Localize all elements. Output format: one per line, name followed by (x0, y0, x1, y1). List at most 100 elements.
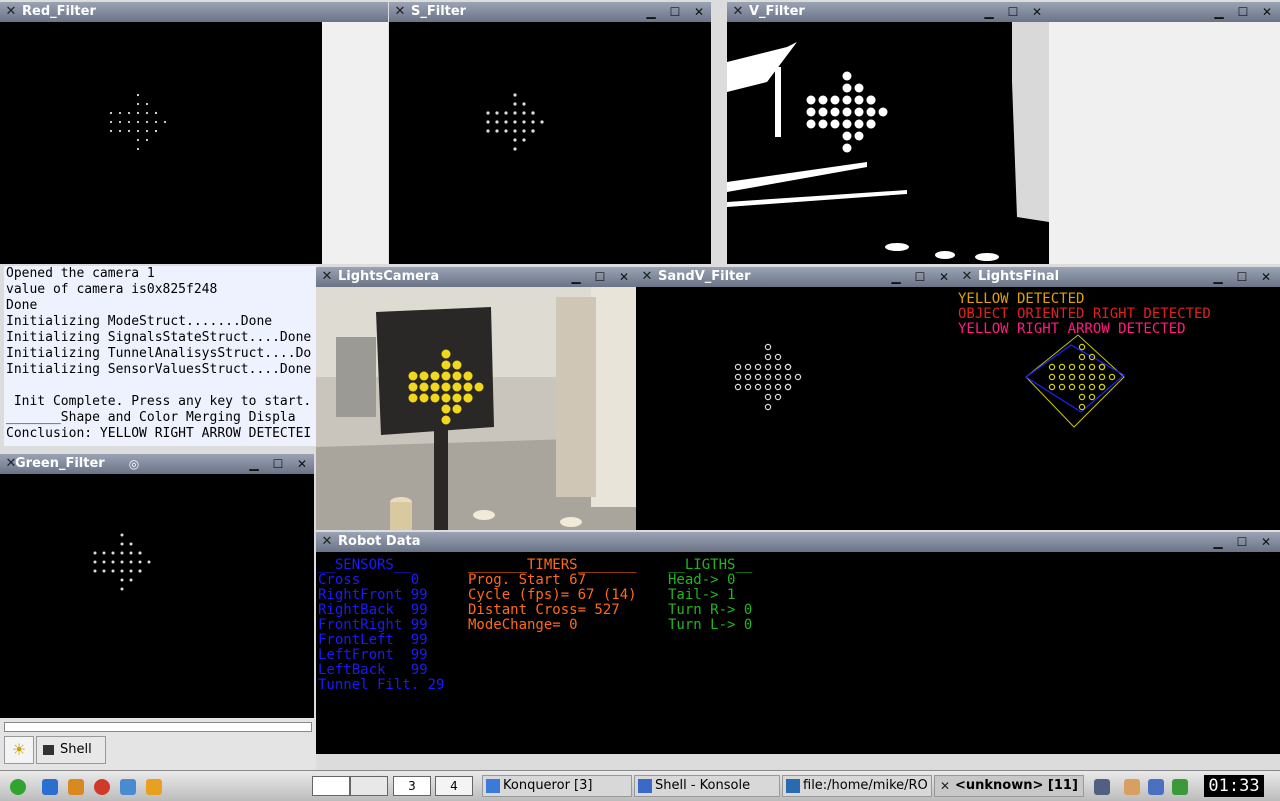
arrow-dot (774, 353, 782, 361)
arrow-dot (764, 403, 772, 411)
minimize-icon[interactable]: ▁ (641, 4, 661, 20)
window-title: S_Filter (411, 4, 467, 19)
home-folder-icon[interactable] (68, 779, 84, 795)
minimize-icon[interactable]: ▁ (1208, 534, 1228, 550)
arrow-dot (744, 373, 752, 381)
desktop-2[interactable] (350, 776, 388, 796)
sandv-filter-titlebar[interactable]: ✕ SandV_Filter ▁ ☐ ✕ (636, 267, 956, 287)
arrow-dot (1068, 373, 1076, 381)
lifebuoy-icon[interactable] (94, 779, 110, 795)
maximize-icon[interactable]: ☐ (590, 269, 610, 285)
window-menu-icon[interactable]: ✕ (4, 5, 18, 19)
v-filter-titlebar[interactable]: ✕ V_Filter ▁ ☐ ✕ ▁ ☐ ✕ (727, 2, 1280, 22)
arrow-dot (854, 107, 864, 117)
lights-final-titlebar[interactable]: ✕ LightsFinal ▁ ☐ ✕ (956, 267, 1280, 287)
camera-image (316, 287, 636, 530)
arrow-dot (120, 560, 124, 564)
maximize-icon[interactable]: ☐ (1232, 269, 1252, 285)
arrow-dot (136, 120, 140, 124)
desktop-4[interactable]: 4 (435, 776, 473, 796)
window-menu-icon[interactable]: ✕ (640, 270, 654, 284)
window-menu-icon[interactable]: ✕ (731, 5, 745, 19)
arrow-dot (441, 415, 451, 425)
arrow-dot (154, 120, 158, 124)
arrow-dot (109, 111, 113, 115)
maximize-icon[interactable]: ☐ (1003, 4, 1023, 20)
robot-data-titlebar[interactable]: ✕ Robot Data ▁ ☐ ✕ (316, 532, 1280, 552)
close-icon[interactable]: ✕ (934, 269, 954, 285)
minimize-icon[interactable]: ▁ (244, 456, 264, 472)
s-filter-titlebar[interactable]: ✕ S_Filter ▁ ☐ ✕ (389, 2, 711, 22)
task-konqueror[interactable]: Konqueror [3] (482, 775, 632, 797)
green-filter-dots (93, 533, 151, 591)
speaker-icon[interactable] (1148, 779, 1164, 795)
close-icon[interactable]: ✕ (614, 269, 634, 285)
arrow-dot (734, 373, 742, 381)
task-konsole[interactable]: Shell - Konsole (634, 775, 780, 797)
close-icon[interactable]: ✕ (1027, 4, 1047, 20)
desktop-1[interactable] (312, 776, 350, 796)
scrollbar[interactable] (4, 722, 312, 732)
s-filter-window: ✕ S_Filter ▁ ☐ ✕ (389, 2, 711, 264)
arrow-dot (138, 569, 142, 573)
minimize-icon[interactable]: ▁ (979, 4, 999, 20)
window-menu-icon[interactable]: ✕ (393, 5, 407, 19)
minimize-icon[interactable]: ▁ (1209, 4, 1229, 20)
window-menu-icon[interactable]: ✕ (960, 270, 974, 284)
arrow-dot (145, 129, 149, 133)
green-filter-titlebar[interactable]: ✕ Green_Filter ◎ ▁ ☐ ✕ (0, 454, 314, 474)
maximize-icon[interactable]: ☐ (268, 456, 288, 472)
window-title: V_Filter (749, 4, 805, 19)
arrow-dot (136, 93, 140, 97)
terminal-line: Conclusion: YELLOW RIGHT ARROW DETECTEI (6, 426, 312, 441)
close-icon[interactable]: ✕ (689, 4, 709, 20)
sensor-row: LeftBack 99 (318, 662, 428, 678)
arrow-dot (111, 569, 115, 573)
systray-user-icon[interactable] (1094, 779, 1110, 795)
task-file-browser[interactable]: file:/home/mike/RO (782, 775, 932, 797)
arrow-dot (754, 383, 762, 391)
maximize-icon[interactable]: ☐ (665, 4, 685, 20)
arrow-dot (513, 111, 517, 115)
arrow-dot (430, 371, 440, 381)
shell-icon[interactable] (146, 779, 162, 795)
lights-camera-titlebar[interactable]: ✕ LightsCamera ▁ ☐ ✕ (316, 267, 636, 287)
window-menu-icon[interactable]: ✕ (320, 270, 334, 284)
arrow-dot (1058, 373, 1066, 381)
cube-icon[interactable] (42, 779, 58, 795)
arrow-dot (145, 120, 149, 124)
arrow-dot (441, 371, 451, 381)
klipper-icon[interactable] (1124, 779, 1140, 795)
minimize-icon[interactable]: ▁ (566, 269, 586, 285)
red-filter-titlebar[interactable]: ✕ Red_Filter (0, 2, 388, 22)
arrow-dot (408, 371, 418, 381)
arrow-dot (486, 120, 490, 124)
lights-final-window: ✕ LightsFinal ▁ ☐ ✕ YELLOW DETECTED OBJE… (956, 267, 1280, 530)
close-icon[interactable]: ✕ (1257, 4, 1277, 20)
close-icon[interactable]: ✕ (292, 456, 312, 472)
desktop-3[interactable]: 3 (393, 776, 431, 796)
close-icon[interactable]: ✕ (1256, 269, 1276, 285)
arrow-dot (138, 560, 142, 564)
sensor-row: RightFront 99 (318, 587, 428, 603)
terminal-output[interactable]: Opened the camera 1 value of camera is0x… (4, 266, 318, 446)
window-menu-icon[interactable]: ✕ (320, 535, 334, 549)
maximize-icon[interactable]: ☐ (1232, 534, 1252, 550)
minimize-icon[interactable]: ▁ (1208, 269, 1228, 285)
clock[interactable]: 01:33 (1204, 775, 1264, 797)
close-icon[interactable]: ✕ (1256, 534, 1276, 550)
sticky-icon[interactable]: ◎ (124, 456, 144, 472)
arrow-dot (764, 383, 772, 391)
arrow-dot (531, 120, 535, 124)
task-unknown[interactable]: ✕ <unknown> [11] (934, 775, 1084, 797)
minimize-icon[interactable]: ▁ (886, 269, 906, 285)
maximize-icon[interactable]: ☐ (910, 269, 930, 285)
arrow-dot (441, 393, 451, 403)
kde-menu-icon[interactable] (10, 779, 26, 795)
shell-tab[interactable]: Shell (36, 736, 106, 764)
network-monitor-icon[interactable] (1172, 779, 1188, 795)
network-icon[interactable] (120, 779, 136, 795)
new-session-icon[interactable]: ☀ (4, 736, 34, 764)
arrow-dot (1078, 383, 1086, 391)
maximize-icon[interactable]: ☐ (1233, 4, 1253, 20)
